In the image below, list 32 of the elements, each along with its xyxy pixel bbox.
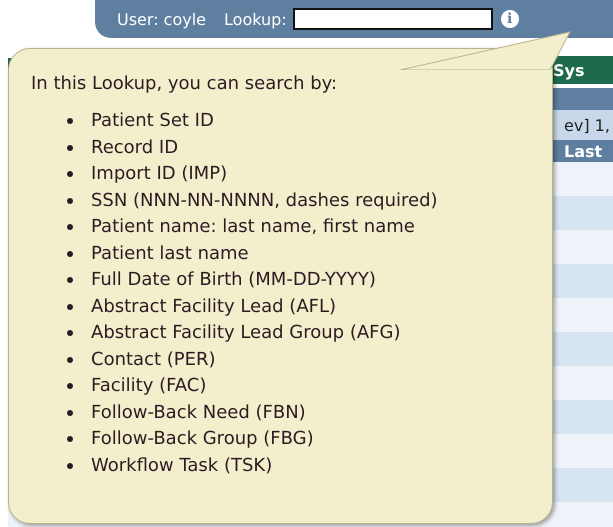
tooltip-intro: In this Lookup, you can search by: xyxy=(31,73,338,94)
bullet-icon xyxy=(67,383,73,390)
search-option: Abstract Facility Lead (AFL) xyxy=(91,294,336,320)
bullet-icon xyxy=(67,330,73,336)
bullet-icon xyxy=(67,356,73,363)
search-option: Import ID (IMP) xyxy=(91,161,228,188)
lookup-field[interactable] xyxy=(292,8,493,30)
bullet-icon xyxy=(67,304,73,310)
user-label: User: coyle xyxy=(117,10,206,28)
search-option: Follow-Back Group (FBG) xyxy=(91,426,314,452)
search-option: Patient Set ID xyxy=(91,108,214,134)
bullet-icon xyxy=(67,144,73,151)
search-option: Patient last name xyxy=(91,240,249,267)
lookup-label: Lookup: xyxy=(224,10,287,28)
search-option: Facility (FAC) xyxy=(91,373,206,400)
bullet-icon xyxy=(67,250,73,257)
bullet-icon xyxy=(67,198,73,204)
search-option: Patient name: last name, first name xyxy=(91,214,415,240)
search-option: Full Date of Birth (MM-DD-YYYY) xyxy=(91,267,376,294)
bullet-icon xyxy=(67,462,73,469)
bullet-icon xyxy=(67,277,73,284)
bullet-icon xyxy=(67,410,73,416)
info-icon[interactable]: i xyxy=(500,10,519,28)
bullet-icon xyxy=(67,436,73,442)
bullet-icon xyxy=(67,118,73,124)
search-option: Contact (PER) xyxy=(91,346,216,373)
bullet-icon xyxy=(67,224,73,230)
search-option: Abstract Facility Lead Group (AFG) xyxy=(91,320,400,346)
bullet-icon xyxy=(67,171,73,178)
search-option: SSN (NNN-NN-NNNN, dashes required) xyxy=(91,188,438,214)
search-option: Follow-Back Need (FBN) xyxy=(91,400,306,426)
search-option: Workflow Task (TSK) xyxy=(91,452,272,479)
